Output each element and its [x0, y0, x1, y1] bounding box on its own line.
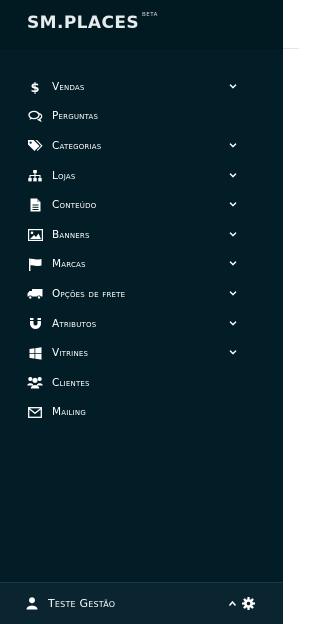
chevron-up-icon[interactable] — [228, 600, 237, 607]
chevron-down-icon — [229, 83, 237, 89]
tags-icon — [27, 139, 43, 153]
file-icon — [27, 198, 43, 212]
chevron-down-icon — [229, 143, 237, 148]
menu-item-vitrines[interactable]: Vitrines — [0, 338, 283, 368]
menu-item-mailing[interactable]: Mailing — [0, 398, 283, 428]
menu-item-label: Perguntas — [52, 110, 99, 123]
menu-item-label: Atributos — [52, 317, 97, 330]
chevron-down-icon — [229, 350, 237, 355]
truck-icon — [27, 287, 43, 301]
chevron-down-icon — [229, 231, 237, 237]
menu-item-vendas[interactable]: $ Vendas — [0, 72, 283, 102]
header-divider — [283, 48, 299, 49]
menu-item-perguntas[interactable]: Perguntas — [0, 102, 283, 132]
gear-icon[interactable] — [242, 597, 255, 610]
chevron-down-icon — [229, 202, 237, 207]
menu-item-label: Marcas — [52, 258, 86, 271]
menu-item-label: Vitrines — [52, 347, 89, 360]
menu-item-label: Conteúdo — [52, 199, 97, 212]
flag-icon — [27, 257, 43, 271]
comments-icon — [27, 109, 43, 123]
user-name[interactable]: Teste Gestão — [48, 597, 115, 610]
menu-item-label: Categorias — [52, 139, 102, 152]
menu-item-label: Vendas — [52, 80, 85, 93]
dollar-icon: $ — [27, 80, 43, 94]
menu-item-label: Banners — [52, 228, 90, 241]
brand-header: SM.PLACES BETA — [0, 0, 283, 49]
sitemap-icon — [27, 169, 43, 183]
menu-item-marcas[interactable]: Marcas — [0, 250, 283, 280]
menu-item-lojas[interactable]: Lojas — [0, 161, 283, 191]
main-menu: $ Vendas Perguntas Categorias Lojas Cont… — [0, 72, 283, 427]
chevron-down-icon — [229, 291, 237, 296]
beta-badge: BETA — [142, 12, 158, 18]
logo-text: SM.PLACES — [27, 13, 139, 33]
envelope-icon — [27, 405, 43, 419]
menu-item-atributos[interactable]: Atributos — [0, 309, 283, 339]
menu-item-opcoes-de-frete[interactable]: Opções de frete — [0, 279, 283, 309]
chevron-down-icon — [229, 261, 237, 266]
menu-item-clientes[interactable]: Clientes — [0, 368, 283, 398]
sidebar: SM.PLACES BETA $ Vendas Perguntas Catego… — [0, 0, 283, 624]
menu-item-categorias[interactable]: Categorias — [0, 131, 283, 161]
menu-item-conteudo[interactable]: Conteúdo — [0, 190, 283, 220]
magnet-icon — [27, 317, 43, 331]
menu-item-label: Lojas — [52, 169, 76, 182]
menu-item-banners[interactable]: Banners — [0, 220, 283, 250]
svg-text:$: $ — [30, 81, 39, 94]
user-footer: Teste Gestão — [0, 582, 283, 624]
chevron-down-icon — [229, 320, 237, 326]
users-icon — [27, 376, 43, 390]
menu-item-label: Clientes — [52, 376, 90, 389]
logo[interactable]: SM.PLACES BETA — [27, 12, 157, 33]
content-edge — [283, 0, 299, 624]
windows-icon — [27, 346, 43, 360]
user-icon — [26, 597, 38, 610]
image-icon — [27, 228, 43, 242]
chevron-down-icon — [229, 172, 237, 178]
menu-item-label: Mailing — [52, 406, 86, 419]
menu-item-label: Opções de frete — [52, 287, 126, 300]
